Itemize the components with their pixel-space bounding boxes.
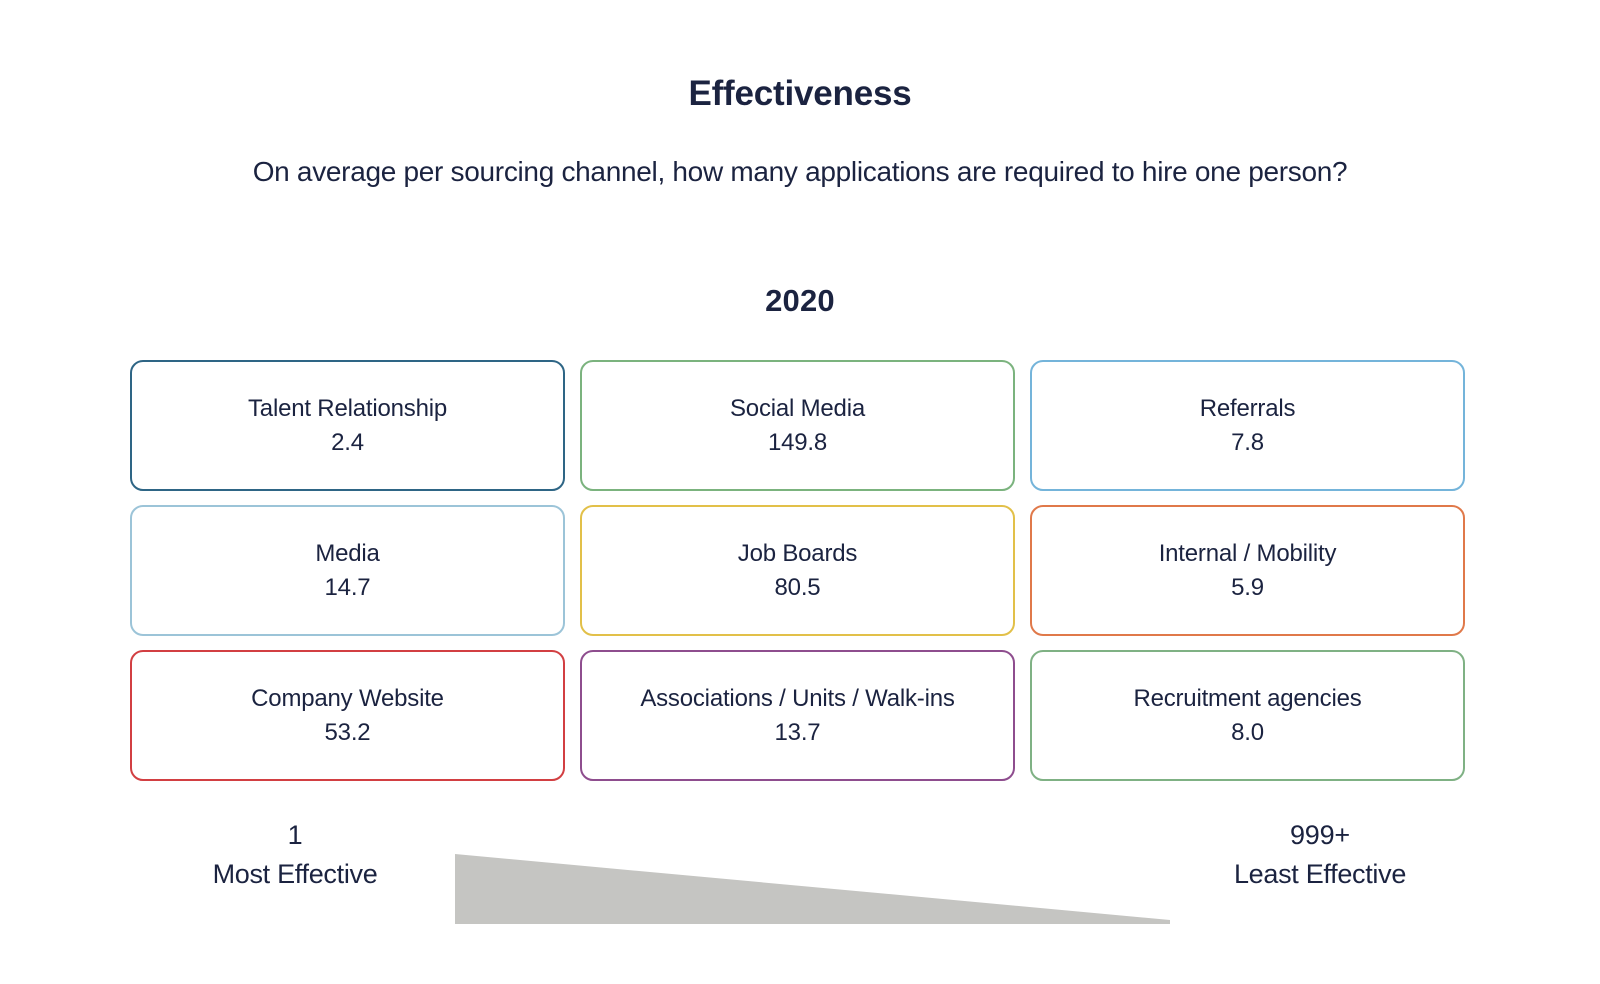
- scale-max-caption: Least Effective: [1233, 858, 1407, 889]
- channel-label: Talent Relationship: [248, 394, 447, 422]
- channel-card-associations-units-walk-ins: Associations / Units / Walk-ins 13.7: [580, 650, 1015, 781]
- channel-label: Job Boards: [737, 539, 858, 567]
- channel-card-talent-relationship: Talent Relationship 2.4: [130, 360, 565, 491]
- scale-max-value: 999+: [1289, 820, 1351, 850]
- channel-value: 5.9: [1231, 574, 1264, 601]
- channel-label: Associations / Units / Walk-ins: [640, 684, 955, 712]
- channel-grid: Talent Relationship 2.4 Social Media 149…: [130, 360, 1465, 781]
- channel-value: 14.7: [324, 574, 371, 601]
- page-subtitle: On average per sourcing channel, how man…: [252, 156, 1348, 187]
- scale-most-effective: 1 Most Effective: [150, 818, 440, 891]
- channel-value: 149.8: [767, 429, 828, 456]
- effectiveness-scale: 1 Most Effective 999+ Least Effective: [0, 818, 1600, 928]
- channel-card-internal-mobility: Internal / Mobility 5.9: [1030, 505, 1465, 636]
- channel-value: 53.2: [324, 719, 371, 746]
- channel-card-company-website: Company Website 53.2: [130, 650, 565, 781]
- effectiveness-infographic: Effectiveness On average per sourcing ch…: [0, 0, 1600, 984]
- channel-label: Social Media: [729, 394, 865, 422]
- channel-card-referrals: Referrals 7.8: [1030, 360, 1465, 491]
- channel-value: 8.0: [1231, 719, 1264, 746]
- scale-least-effective: 999+ Least Effective: [1175, 818, 1465, 891]
- gradient-wedge-icon: [455, 854, 1170, 924]
- channel-card-recruitment-agencies: Recruitment agencies 8.0: [1030, 650, 1465, 781]
- channel-card-media: Media 14.7: [130, 505, 565, 636]
- channel-label: Recruitment agencies: [1133, 684, 1362, 712]
- scale-min-value: 1: [287, 820, 303, 850]
- channel-value: 80.5: [774, 574, 821, 601]
- channel-value: 13.7: [774, 719, 821, 746]
- channel-value: 7.8: [1231, 429, 1264, 456]
- channel-label: Referrals: [1199, 394, 1296, 422]
- channel-card-job-boards: Job Boards 80.5: [580, 505, 1015, 636]
- channel-label: Internal / Mobility: [1158, 539, 1337, 567]
- page-title: Effectiveness: [688, 74, 912, 113]
- channel-label: Media: [315, 539, 380, 567]
- scale-min-caption: Most Effective: [212, 858, 378, 889]
- channel-card-social-media: Social Media 149.8: [580, 360, 1015, 491]
- year-label: 2020: [765, 283, 835, 318]
- channel-label: Company Website: [251, 684, 444, 712]
- channel-value: 2.4: [331, 429, 364, 456]
